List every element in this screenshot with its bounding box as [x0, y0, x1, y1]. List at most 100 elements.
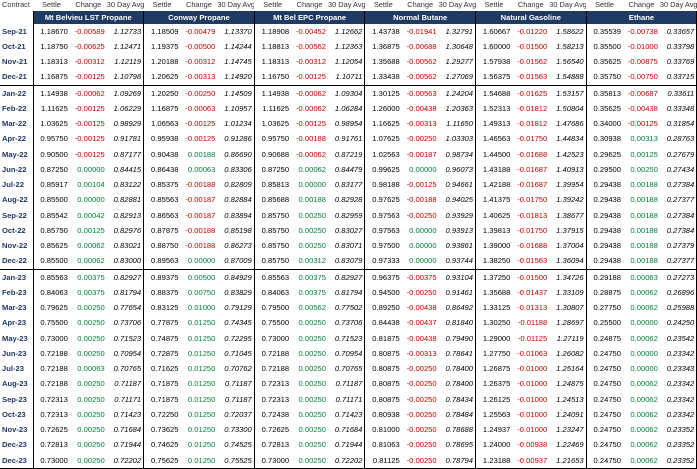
- settle-cell: 0.29438: [586, 253, 623, 270]
- contract-month: Jun-23: [0, 345, 34, 361]
- change-cell: -0.00750: [623, 69, 660, 86]
- settle-cell: 0.34000: [593, 119, 621, 128]
- change-cell: -0.00452: [296, 26, 326, 36]
- settle-cell: 0.77875: [151, 318, 179, 328]
- contract-month: Aug-22: [0, 192, 34, 208]
- settle-cell: 0.87250: [261, 164, 290, 174]
- avg-cell: 1.13370: [217, 23, 255, 39]
- product-header: Normal Butane: [364, 10, 476, 24]
- avg-cell: 1.42523: [549, 146, 587, 162]
- change-cell: 0.00250: [630, 164, 658, 174]
- avg-cell: 1.54888: [549, 69, 587, 86]
- settle-cell: 0.85375: [151, 180, 179, 189]
- avg-cell: 0.83829: [217, 284, 255, 300]
- column-label-settle: Settle: [586, 0, 623, 11]
- change-cell: 0.00250: [298, 364, 326, 373]
- change-cell: 0.00250: [77, 318, 105, 328]
- avg-cell: 0.79490: [438, 330, 476, 346]
- change-cell: 0.00188: [630, 241, 658, 250]
- change-cell: -0.01313: [517, 303, 548, 312]
- avg-cell: 0.82976: [106, 222, 145, 238]
- settle-cell: 0.86563: [151, 210, 179, 220]
- change-cell: -0.01000: [517, 409, 548, 419]
- table-row: Feb-23 0.84063 0.00375 0.81794 0.88375 0.0075…: [0, 284, 697, 300]
- column-label-settle: Settle: [254, 0, 292, 11]
- change-cell: 0.00250: [77, 333, 105, 343]
- change-cell: 0.00000: [401, 253, 439, 270]
- change-cell: 0.00188: [630, 210, 658, 220]
- settle-cell: 0.79500: [261, 303, 290, 312]
- change-cell: 0.00250: [298, 225, 326, 235]
- change-cell: 0.01250: [187, 379, 216, 389]
- settle-cell: 1.40625: [482, 210, 511, 220]
- settle-cell: 1.16750: [254, 69, 292, 86]
- contract-month: Sep-23: [0, 391, 34, 407]
- change-cell: -0.01563: [512, 253, 550, 270]
- avg-cell: 0.77654: [106, 300, 145, 316]
- avg-cell: 0.82959: [328, 207, 366, 223]
- avg-cell: 0.83021: [106, 238, 145, 254]
- avg-cell: 0.72037: [217, 406, 255, 422]
- settle-cell: 1.33125: [482, 303, 511, 312]
- avg-cell: 0.72202: [328, 452, 366, 469]
- avg-cell: 0.86273: [217, 238, 255, 254]
- change-cell: 0.00000: [630, 364, 658, 373]
- avg-cell: 0.27273: [659, 269, 697, 285]
- table-row: Nov-21 1.18313 -0.00312 1.12119 1.20188 -0.00…: [0, 54, 697, 70]
- settle-cell: 0.24750: [593, 364, 621, 373]
- settle-cell: 0.72250: [151, 409, 179, 419]
- avg-cell: 1.03303: [438, 131, 476, 147]
- settle-cell: 0.25500: [593, 318, 621, 328]
- settle-cell: 1.39000: [482, 241, 511, 250]
- price-sheet: Contract Settle Change 30 Day Avg Settle Cha…: [0, 0, 697, 469]
- settle-cell: 0.84063: [40, 287, 68, 297]
- change-cell: -0.00625: [74, 41, 105, 51]
- change-cell: 0.00000: [298, 180, 326, 189]
- avg-cell: 1.29277: [438, 54, 476, 70]
- settle-cell: 0.75500: [40, 318, 68, 328]
- avg-cell: 0.94025: [438, 192, 476, 208]
- change-cell: -0.00500: [185, 41, 216, 51]
- change-cell: -0.00438: [406, 103, 437, 113]
- avg-cell: 0.23342: [659, 406, 697, 422]
- blank-header-cell: [0, 10, 33, 24]
- column-label-30-day-avg: 30 Day Avg: [438, 0, 476, 11]
- change-cell: -0.00438: [627, 103, 658, 113]
- settle-cell: 0.88375: [151, 287, 179, 297]
- change-cell: -0.00125: [74, 134, 105, 144]
- change-cell: 0.01250: [187, 333, 216, 343]
- avg-cell: 0.82884: [217, 192, 255, 208]
- settle-cell: 0.99625: [372, 164, 400, 174]
- avg-cell: 0.78484: [438, 406, 476, 422]
- avg-cell: 0.77502: [328, 300, 366, 316]
- table-row: Jan-23 0.85563 0.00375 0.82927 0.89375 0.0050…: [0, 269, 697, 285]
- avg-cell: 0.82913: [106, 207, 145, 223]
- product-header: Natural Gasoline: [475, 10, 587, 24]
- change-cell: 0.00250: [77, 303, 105, 312]
- avg-cell: 1.27119: [549, 330, 587, 346]
- avg-cell: 0.86492: [438, 300, 476, 316]
- change-cell: 0.00312: [291, 253, 328, 270]
- avg-cell: 0.33657: [659, 23, 697, 39]
- settle-cell: 1.26125: [482, 394, 511, 404]
- table-row: Sep-22 0.85542 0.00042 0.82913 0.86563 -0.001…: [0, 207, 697, 223]
- change-cell: 0.00250: [77, 409, 105, 419]
- avg-cell: 1.34726: [549, 269, 587, 285]
- avg-cell: 0.91781: [106, 131, 145, 147]
- contract-header: Contract: [0, 0, 33, 11]
- avg-cell: 0.83306: [217, 161, 255, 177]
- settle-cell: 0.72813: [261, 440, 290, 450]
- settle-cell: 0.73000: [33, 452, 70, 469]
- avg-cell: 1.39954: [549, 177, 587, 193]
- avg-cell: 1.37915: [549, 222, 587, 238]
- change-cell: -0.00313: [180, 69, 218, 86]
- contract-month: Jan-23: [0, 269, 34, 285]
- change-cell: 0.00000: [77, 195, 105, 205]
- change-cell: -0.01000: [627, 41, 658, 51]
- change-cell: 0.00062: [298, 164, 326, 174]
- settle-cell: 1.35688: [482, 287, 511, 297]
- settle-cell: 0.29438: [593, 225, 621, 235]
- change-cell: -0.00062: [296, 88, 326, 98]
- avg-cell: 0.84929: [217, 269, 255, 285]
- change-cell: -0.00875: [627, 57, 658, 66]
